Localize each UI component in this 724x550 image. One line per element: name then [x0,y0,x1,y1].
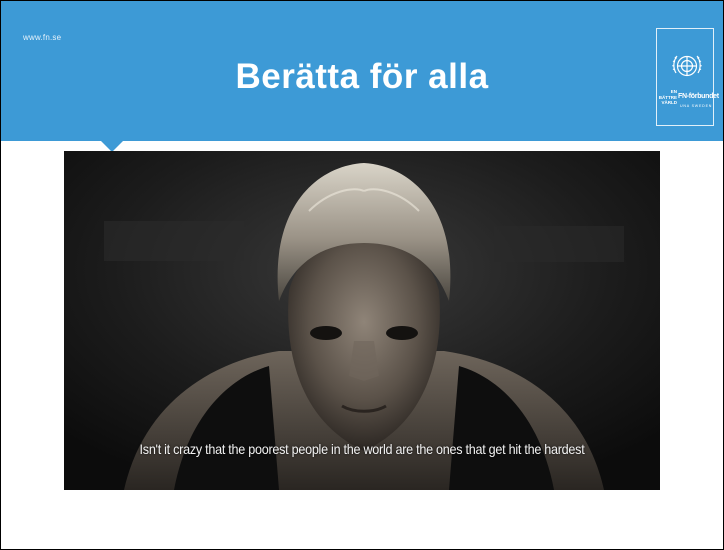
logo-org-name: FN-förbundet [678,93,719,100]
portrait-photo [64,151,660,490]
logo-tagline-line: VÄRLD [661,100,678,105]
slide-title: Berätta för alla [235,57,489,96]
logo-tagline: EN BÄTTRE VÄRLD [658,89,677,106]
header-banner: www.fn.se Berätta för alla EN BÄTTRE VÄR… [1,1,723,141]
video-caption: Isn't it crazy that the poorest people i… [139,441,585,457]
logo-sub-text: UNA SWEDEN [680,104,713,108]
slide: www.fn.se Berätta för alla EN BÄTTRE VÄR… [0,0,724,550]
site-url: www.fn.se [23,33,62,42]
un-emblem-icon [672,55,702,77]
fn-forbundet-logo: EN BÄTTRE VÄRLD FN-förbundet UNA SWEDEN [656,28,719,126]
video-still-image: Isn't it crazy that the poorest people i… [64,151,660,490]
